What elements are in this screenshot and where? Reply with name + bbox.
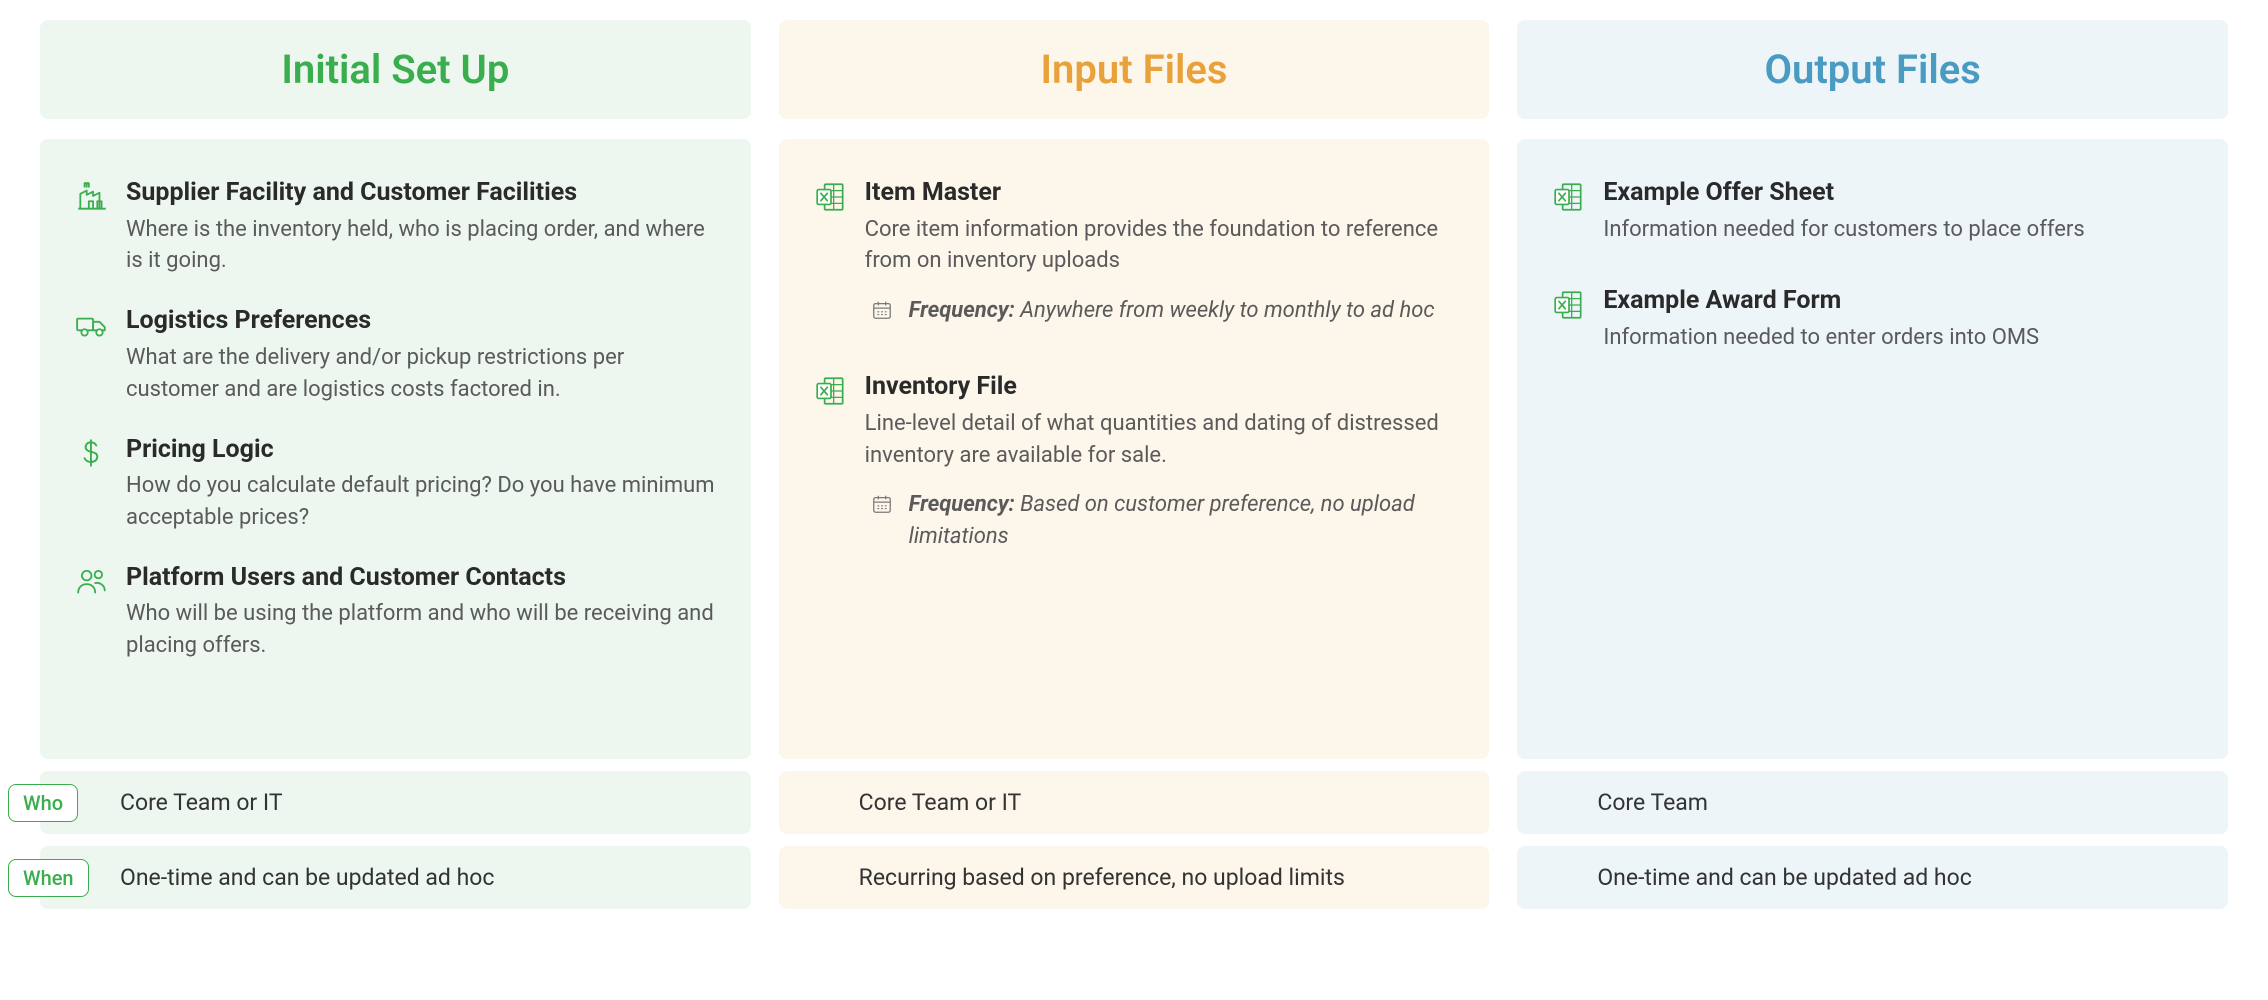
row-label-who: Who [8,784,78,822]
item: Example Award Form Information needed to… [1551,285,2192,353]
footer-section: Who Core Team or IT Core Team or IT Core… [40,771,2228,909]
item-title: Item Master [865,177,1454,210]
frequency-value: Anywhere from weekly to monthly to ad ho… [1020,298,1434,323]
column-input-files: Input Files Item Master Core item inform… [779,20,1490,759]
column-output-files: Output Files Example Offer Sheet Informa… [1517,20,2228,759]
column-body: Item Master Core item information provid… [779,139,1490,759]
footer-cell: Recurring based on preference, no upload… [779,846,1490,909]
item-title: Logistics Preferences [126,305,715,338]
item-desc: Information needed for customers to plac… [1603,214,2192,246]
item-desc: Core item information provides the found… [865,214,1454,278]
item-title: Supplier Facility and Customer Facilitie… [126,177,715,210]
item-title: Inventory File [865,371,1454,404]
footer-cell: One-time and can be updated ad hoc [1517,846,2228,909]
item-desc: Information needed to enter orders into … [1603,322,2192,354]
column-body: Example Offer Sheet Information needed f… [1517,139,2228,759]
column-header: Input Files [779,20,1490,119]
item-desc: What are the delivery and/or pickup rest… [126,342,715,406]
frequency: Frequency: Based on customer preference,… [871,489,1454,553]
item-title: Example Offer Sheet [1603,177,2192,210]
footer-cell: Core Team or IT [40,771,751,834]
excel-icon [1551,287,1587,323]
column-header: Initial Set Up [40,20,751,119]
item-title: Platform Users and Customer Contacts [126,562,715,595]
comparison-grid: Initial Set Up Supplier Facility and Cus… [40,20,2228,759]
item-desc: Line-level detail of what quantities and… [865,408,1454,472]
truck-icon [74,307,110,343]
factory-icon [74,179,110,215]
footer-row-who: Who Core Team or IT Core Team or IT Core… [40,771,2228,834]
row-label-when: When [8,859,89,897]
calendar-icon [871,493,895,517]
column-header: Output Files [1517,20,2228,119]
item: Pricing Logic How do you calculate defau… [74,434,715,534]
frequency-label: Frequency: [909,298,1015,323]
excel-icon [1551,179,1587,215]
item: Logistics Preferences What are the deliv… [74,305,715,405]
footer-cell: One-time and can be updated ad hoc [40,846,751,909]
item: Item Master Core item information provid… [813,177,1454,327]
column-initial-setup: Initial Set Up Supplier Facility and Cus… [40,20,751,759]
excel-icon [813,179,849,215]
item: Inventory File Line-level detail of what… [813,371,1454,553]
calendar-icon [871,299,895,323]
footer-cell: Core Team [1517,771,2228,834]
column-body: Supplier Facility and Customer Facilitie… [40,139,751,759]
frequency-label: Frequency: [909,492,1015,517]
frequency: Frequency: Anywhere from weekly to month… [871,295,1454,327]
dollar-icon [74,436,110,472]
item: Supplier Facility and Customer Facilitie… [74,177,715,277]
people-icon [74,564,110,600]
footer-cell: Core Team or IT [779,771,1490,834]
footer-row-when: When One-time and can be updated ad hoc … [40,846,2228,909]
item-desc: Who will be using the platform and who w… [126,598,715,662]
excel-icon [813,373,849,409]
item-title: Example Award Form [1603,285,2192,318]
item-title: Pricing Logic [126,434,715,467]
item-desc: How do you calculate default pricing? Do… [126,470,715,534]
item: Platform Users and Customer Contacts Who… [74,562,715,662]
item-desc: Where is the inventory held, who is plac… [126,214,715,278]
item: Example Offer Sheet Information needed f… [1551,177,2192,245]
